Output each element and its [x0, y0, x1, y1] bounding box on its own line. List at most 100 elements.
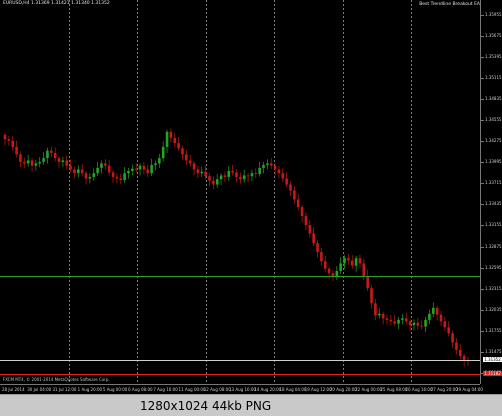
price-axis-label: 1.35675 — [485, 32, 502, 38]
bear-candle — [358, 258, 362, 264]
bull-candle — [34, 163, 38, 166]
bull-candle — [138, 165, 142, 170]
bear-candle — [57, 158, 61, 162]
time-axis-label: 11 Aug 00:00 — [178, 387, 206, 392]
bear-candle — [300, 207, 304, 217]
bull-candle — [123, 173, 126, 180]
bear-candle — [331, 273, 335, 277]
bear-candle — [223, 175, 227, 177]
mt4-chart-window: EURUSD,H4 1.31369 1.31421 1.31340 1.3135… — [0, 0, 502, 394]
bear-candle — [385, 318, 389, 320]
bull-candle — [343, 258, 346, 264]
price-axis: 1.35955 1.35675 1.35395 1.35115 1.34835 1.345… — [480, 0, 502, 384]
bear-candle — [65, 160, 69, 166]
bear-candle — [196, 169, 200, 174]
bear-candle — [115, 176, 119, 179]
price-axis-tick — [481, 99, 484, 101]
bear-candle — [188, 160, 192, 164]
bull-candle — [161, 146, 165, 159]
bear-candle — [451, 333, 454, 343]
price-axis-label: 1.32595 — [485, 264, 502, 270]
price-axis-label: 1.33995 — [485, 159, 502, 165]
time-axis-label: 6 Aug 08:00 — [128, 387, 153, 392]
price-axis-label: 1.33715 — [485, 180, 502, 186]
bear-candle — [30, 160, 34, 166]
price-axis-label: 1.34555 — [485, 117, 502, 123]
price-axis-label: 1.31475 — [485, 348, 502, 354]
time-axis-label: 12 Aug 08:00 — [203, 387, 231, 392]
bear-candle — [404, 318, 408, 322]
bull-candle — [165, 131, 169, 147]
bear-candle — [50, 150, 53, 153]
bear-candle — [177, 143, 180, 149]
bear-candle — [458, 349, 462, 356]
time-axis-label: 26 Aug 16:00 — [405, 387, 433, 392]
bear-candle — [323, 261, 327, 269]
bull-candle — [335, 270, 339, 277]
price-axis-tick — [481, 162, 484, 164]
bear-candle — [293, 190, 296, 200]
bear-candle — [381, 313, 385, 319]
bear-candle — [296, 199, 300, 208]
bear-candle — [73, 169, 76, 174]
price-axis-tick — [481, 246, 484, 248]
price-axis-label: 1.35395 — [485, 54, 502, 60]
bear-candle — [350, 260, 354, 266]
time-axis-label: 22 Aug 00:00 — [355, 387, 383, 392]
price-axis-tick — [481, 14, 484, 16]
bull-candle — [42, 158, 45, 162]
price-axis-label: 1.35115 — [485, 75, 502, 81]
bear-candle — [277, 169, 281, 174]
bear-candle — [439, 314, 443, 322]
price-axis-tick — [481, 120, 484, 122]
bear-candle — [22, 161, 26, 164]
red-line-price-tag: 1.31182 — [483, 371, 502, 377]
image-info-text: 1280x1024 44kb PNG — [140, 399, 272, 413]
bull-candle — [250, 173, 254, 177]
time-axis-label: 13 Aug 16:00 — [229, 387, 256, 392]
bull-candle — [258, 167, 261, 174]
bear-candle — [304, 216, 308, 226]
price-axis-label: 1.32035 — [485, 306, 502, 312]
price-axis-tick — [481, 330, 484, 332]
price-axis-tick — [481, 309, 484, 311]
bear-candle — [19, 154, 22, 162]
bear-candle — [53, 152, 57, 159]
time-axis-label: 19 Aug 12:00 — [304, 387, 332, 392]
bear-candle — [235, 172, 238, 177]
bear-candle — [246, 175, 250, 177]
bear-candle — [389, 319, 393, 322]
bear-candle — [231, 170, 234, 173]
bear-candle — [308, 225, 312, 234]
bear-candle — [119, 178, 123, 180]
time-axis-label: 27 Aug 20:00 — [430, 387, 458, 392]
bear-candle — [289, 184, 292, 191]
bear-candle — [273, 165, 277, 170]
bear-candle — [312, 233, 315, 244]
bull-candle — [127, 170, 130, 174]
bear-candle — [204, 171, 207, 177]
time-axis-label: 1 Aug 20:00 — [77, 387, 103, 392]
bear-candle — [443, 321, 447, 328]
bull-candle — [46, 150, 49, 159]
bull-candle — [354, 258, 358, 266]
bull-candle — [215, 179, 219, 185]
bear-candle — [185, 154, 188, 161]
price-chart[interactable] — [0, 0, 480, 384]
bear-candle — [192, 163, 196, 170]
bull-candle — [154, 163, 157, 165]
bull-candle — [61, 160, 65, 162]
bull-candle — [242, 175, 246, 180]
price-axis-label: 1.34835 — [485, 96, 502, 102]
bear-candle — [104, 163, 107, 166]
price-axis-tick — [481, 57, 484, 59]
time-axis-label: 30 Jul 04:00 — [27, 387, 52, 392]
bear-candle — [366, 276, 369, 289]
bear-candle — [462, 355, 466, 361]
price-axis-tick — [481, 183, 484, 185]
time-axis-label: 14 Aug 20:00 — [254, 387, 282, 392]
bear-candle — [208, 176, 211, 181]
bear-candle — [370, 288, 373, 304]
bear-candle — [181, 148, 184, 155]
bear-candle — [169, 131, 173, 138]
